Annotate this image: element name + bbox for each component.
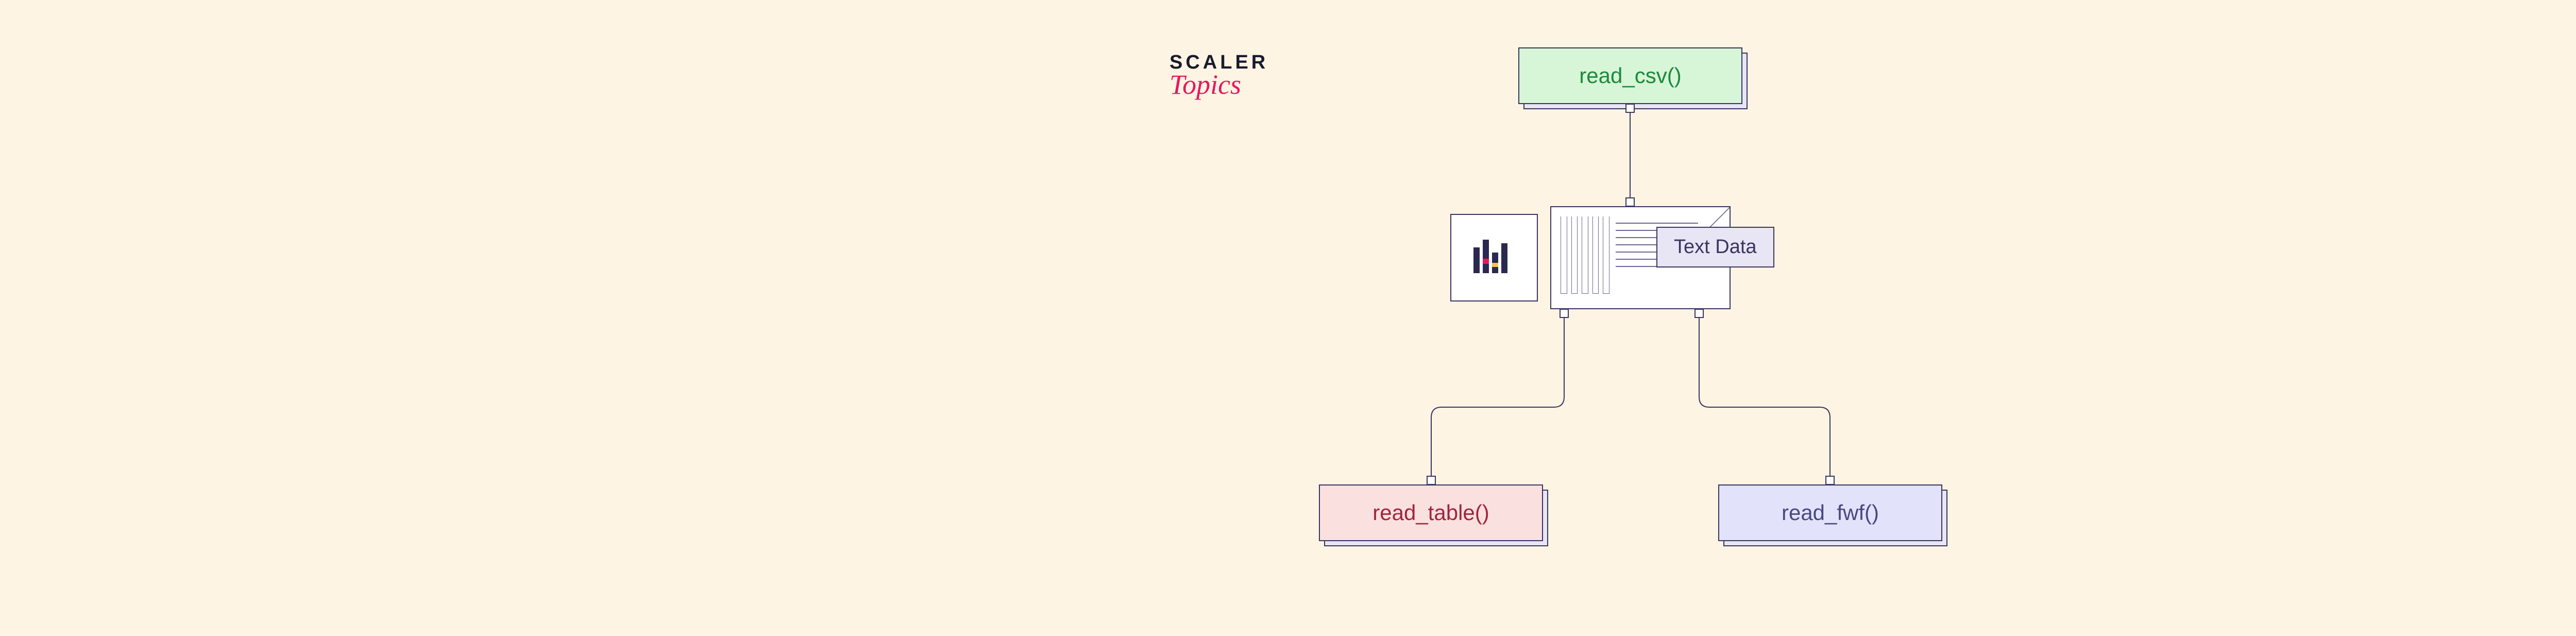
node-read-csv: read_csv() xyxy=(1518,47,1742,104)
chart-card xyxy=(1450,214,1538,302)
node-read-table: read_table() xyxy=(1319,484,1543,541)
node-label: read_fwf() xyxy=(1718,484,1942,541)
node-label: read_csv() xyxy=(1518,47,1742,104)
doc-columns-icon xyxy=(1561,216,1609,294)
scaler-topics-logo: SCALER Topics xyxy=(1170,52,1268,101)
page-fold-icon xyxy=(1710,207,1730,227)
text-data-label: Text Data xyxy=(1656,227,1774,267)
text-data-tag: Text Data xyxy=(1656,227,1774,267)
bar-chart-icon xyxy=(1468,232,1520,283)
node-read-fwf: read_fwf() xyxy=(1718,484,1942,541)
connectors xyxy=(0,0,2576,636)
node-label: read_table() xyxy=(1319,484,1543,541)
